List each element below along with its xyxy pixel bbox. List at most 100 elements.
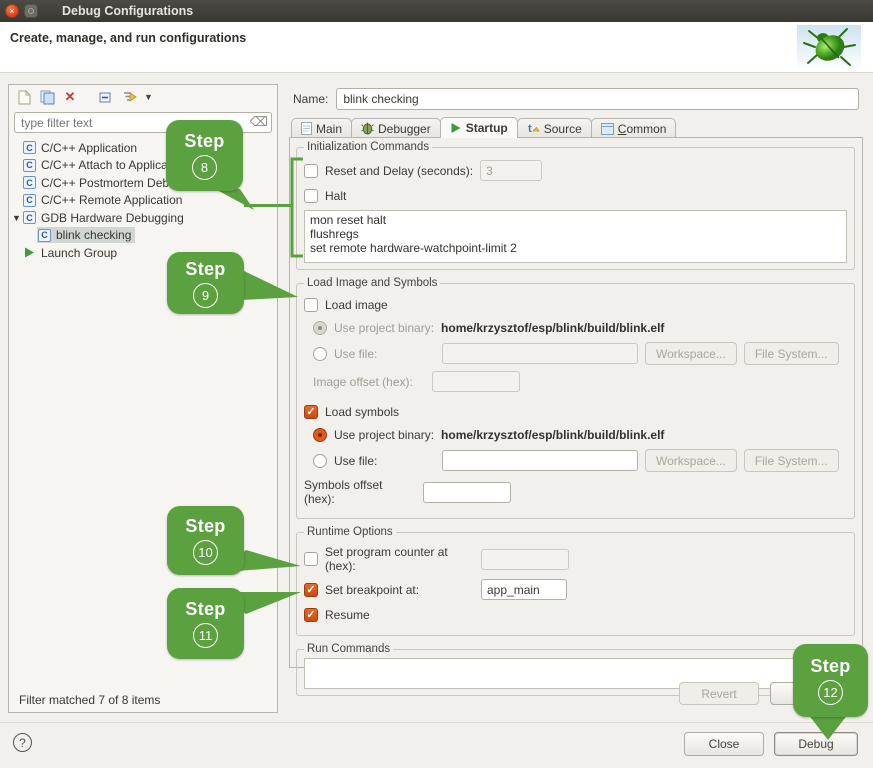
initialization-commands-group: Initialization Commands Reset and Delay … [296,141,855,270]
delete-configuration-icon[interactable]: ✕ [62,89,78,105]
close-window-icon[interactable]: × [5,4,19,18]
step-number: 8 [192,155,217,180]
program-counter-input[interactable] [481,549,569,570]
reset-and-delay-checkbox[interactable] [304,164,318,178]
load-image-checkbox[interactable] [304,298,318,312]
main-tab-icon [301,122,312,135]
load-symbols-checkbox[interactable] [304,405,318,419]
name-label: Name: [293,92,328,106]
footer-separator [0,722,873,723]
set-program-counter-checkbox[interactable] [304,552,318,566]
tree-item-label: C/C++ Application [41,141,137,155]
debug-button[interactable]: Debug [774,732,858,756]
tab-main[interactable]: Main [291,118,352,138]
group-title: Initialization Commands [304,141,432,153]
tab-label: Debugger [378,122,431,136]
collapse-all-icon[interactable] [98,89,114,105]
use-project-binary-label: Use project binary: [334,428,434,442]
source-tab-icon: t [527,122,540,135]
step-word: Step [185,259,225,280]
debugger-tab-icon [361,122,374,135]
set-program-counter-label: Set program counter at (hex): [325,545,474,573]
image-file-input[interactable] [442,343,638,364]
breakpoint-input[interactable] [481,579,567,600]
symbols-file-input[interactable] [442,450,638,471]
image-workspace-button[interactable]: Workspace... [645,342,737,365]
close-button[interactable]: Close [684,732,764,756]
c-application-icon: C [23,194,36,207]
maximize-window-icon[interactable] [24,4,38,18]
launch-group-icon [23,246,36,259]
reset-and-delay-label: Reset and Delay (seconds): [325,164,473,178]
tab-startup[interactable]: Startup [440,117,518,138]
init-commands-textarea[interactable]: mon reset halt flushregs set remote hard… [304,210,847,263]
duplicate-configuration-icon[interactable] [39,89,55,105]
halt-checkbox[interactable] [304,189,318,203]
configuration-detail-panel: Name: Main Debugger Startup t Source [287,84,865,720]
symbols-offset-label: Symbols offset (hex): [304,478,416,506]
load-image-label: Load image [325,298,388,312]
c-application-icon: C [23,159,36,172]
symbols-file-system-button[interactable]: File System... [744,449,839,472]
step-number: 12 [818,680,843,705]
name-row: Name: [293,88,859,110]
configuration-tabs: Main Debugger Startup t Source Common [291,117,675,138]
tree-item-label: C/C++ Remote Application [41,193,182,207]
tab-debugger[interactable]: Debugger [351,118,441,138]
revert-button[interactable]: Revert [679,682,759,705]
image-use-file-radio[interactable] [313,347,327,361]
tab-label: Startup [466,121,508,135]
step-10-badge: Step 10 [167,506,244,575]
startup-tab-content: Initialization Commands Reset and Delay … [289,137,863,668]
resume-checkbox[interactable] [304,608,318,622]
set-breakpoint-checkbox[interactable] [304,583,318,597]
run-commands-textarea[interactable] [304,658,847,689]
filter-menu-arrow-icon[interactable]: ▼ [144,92,153,102]
configurations-toolbar: ✕ ▼ [9,85,277,109]
bug-icon [797,25,861,71]
tree-item-cpp-remote[interactable]: C C/C++ Remote Application [9,192,277,210]
tab-common[interactable]: Common [591,118,677,138]
tree-item-blink-checking[interactable]: C blink checking [9,227,277,245]
group-title: Run Commands [304,643,393,655]
tree-item-label: GDB Hardware Debugging [41,211,184,225]
symbols-use-project-binary-radio[interactable] [313,428,327,442]
use-file-label: Use file: [334,454,435,468]
c-application-icon: C [38,229,51,242]
name-input[interactable] [336,88,859,110]
c-application-icon: C [23,176,36,189]
group-title: Runtime Options [304,526,396,538]
common-tab-icon [601,123,614,135]
set-breakpoint-label: Set breakpoint at: [325,583,474,597]
step-word: Step [185,599,225,620]
chevron-down-icon[interactable]: ▼ [12,213,23,223]
step-number: 9 [193,283,218,308]
filter-icon[interactable] [121,89,137,105]
tree-item-gdb-hardware-debugging[interactable]: ▼ C GDB Hardware Debugging [9,209,277,227]
step-word: Step [184,131,224,152]
symbols-use-file-radio[interactable] [313,454,327,468]
image-offset-label: Image offset (hex): [313,375,425,389]
image-file-system-button[interactable]: File System... [744,342,839,365]
image-offset-input[interactable] [432,371,520,392]
tab-source[interactable]: t Source [517,118,592,138]
svg-text:t: t [528,123,532,135]
reset-delay-seconds-input[interactable] [480,160,542,181]
tab-label: Main [316,122,342,136]
debug-configurations-dialog: × Debug Configurations Create, manage, a… [0,0,873,768]
step-number: 10 [193,540,218,565]
symbols-workspace-button[interactable]: Workspace... [645,449,737,472]
c-application-icon: C [23,211,36,224]
window-title: Debug Configurations [62,4,193,18]
symbols-offset-input[interactable] [423,482,511,503]
dialog-header: Create, manage, and run configurations [0,22,873,73]
image-use-project-binary-radio[interactable] [313,321,327,335]
step-word: Step [810,656,850,677]
help-button[interactable]: ? [13,733,32,752]
new-configuration-icon[interactable] [16,89,32,105]
dialog-subtitle: Create, manage, and run configurations [10,31,246,45]
step-12-badge: Step 12 [793,644,868,717]
use-file-label: Use file: [334,347,435,361]
step-8-badge: Step 8 [166,120,243,191]
clear-filter-icon[interactable]: ⌫ [250,114,268,130]
